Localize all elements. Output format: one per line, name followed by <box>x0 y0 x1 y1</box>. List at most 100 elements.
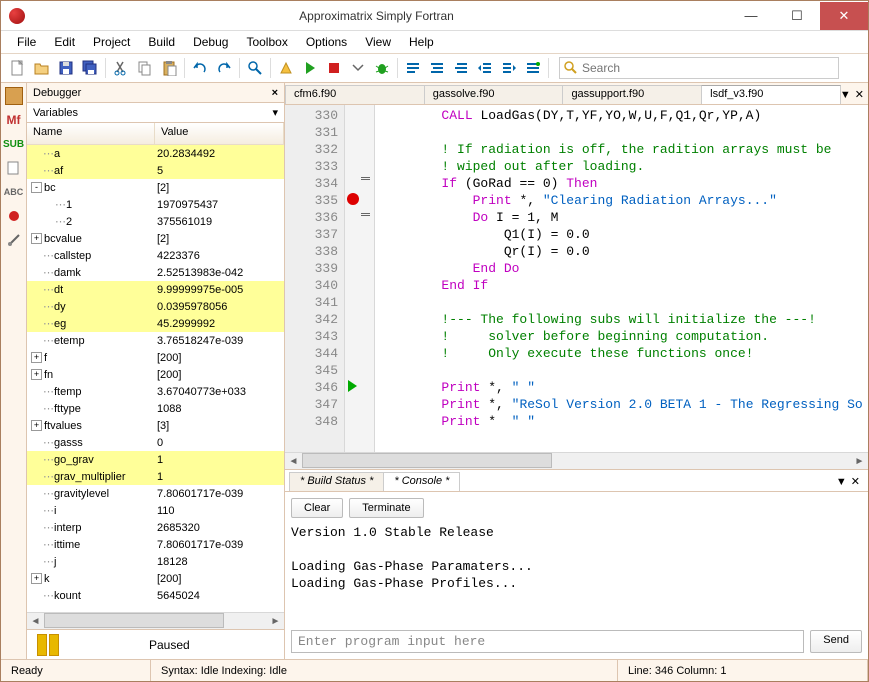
tab-cfm6[interactable]: cfm6.f90 <box>285 85 425 104</box>
expand-icon[interactable]: + <box>31 420 42 431</box>
variables-list[interactable]: ⋯ a20.2834492⋯ af5- bc[2]⋯ 11970975437⋯ … <box>27 145 284 612</box>
variable-row[interactable]: ⋯ dt9.99999975e-005 <box>27 281 284 298</box>
tab-console[interactable]: * Console * <box>383 472 460 491</box>
variable-row[interactable]: ⋯ etemp3.76518247e-039 <box>27 332 284 349</box>
menu-help[interactable]: Help <box>401 33 442 51</box>
build-icon[interactable] <box>275 57 297 79</box>
variable-row[interactable]: + bcvalue[2] <box>27 230 284 247</box>
variable-row[interactable]: ⋯ go_grav1 <box>27 451 284 468</box>
tab-lsdf[interactable]: lsdf_v3.f90 <box>701 85 841 104</box>
col-name[interactable]: Name <box>27 123 155 145</box>
variable-row[interactable]: ⋯ ittime7.80601717e-039 <box>27 536 284 553</box>
outdent-icon[interactable] <box>498 57 520 79</box>
tools-panel-icon[interactable] <box>5 231 23 249</box>
variable-row[interactable]: + ftvalues[3] <box>27 417 284 434</box>
menu-build[interactable]: Build <box>140 33 183 51</box>
variable-row[interactable]: ⋯ 2375561019 <box>27 213 284 230</box>
variable-row[interactable]: ⋯ gasss0 <box>27 434 284 451</box>
variable-row[interactable]: ⋯ j18128 <box>27 553 284 570</box>
step-into-icon[interactable] <box>426 57 448 79</box>
menu-file[interactable]: File <box>9 33 44 51</box>
variable-row[interactable]: ⋯ af5 <box>27 162 284 179</box>
save-icon[interactable] <box>55 57 77 79</box>
copy-icon[interactable] <box>134 57 156 79</box>
fold-icon[interactable] <box>361 213 370 216</box>
clear-button[interactable]: Clear <box>291 498 343 518</box>
variable-row[interactable]: ⋯ kount5645024 <box>27 587 284 604</box>
expand-icon[interactable]: + <box>31 573 42 584</box>
run-icon[interactable] <box>299 57 321 79</box>
debugger-close-icon[interactable]: × <box>272 87 278 99</box>
step-out-icon[interactable] <box>450 57 472 79</box>
editor-hscroll[interactable]: ◄► <box>285 452 868 469</box>
variable-row[interactable]: ⋯ damk2.52513983e-042 <box>27 264 284 281</box>
code-editor[interactable]: 330 331 332 333 334 335 336 337 338 339 … <box>285 105 868 452</box>
expand-icon[interactable]: - <box>31 182 42 193</box>
menu-view[interactable]: View <box>357 33 399 51</box>
variable-row[interactable]: ⋯ eg45.2999992 <box>27 315 284 332</box>
tabs-close-icon[interactable]: ✕ <box>855 88 864 101</box>
variable-row[interactable]: ⋯ i110 <box>27 502 284 519</box>
maximize-button[interactable]: ☐ <box>774 2 820 30</box>
tab-gassupport[interactable]: gassupport.f90 <box>562 85 702 104</box>
menu-toolbox[interactable]: Toolbox <box>238 33 295 51</box>
console-input[interactable]: Enter program input here <box>291 630 804 653</box>
send-button[interactable]: Send <box>810 630 862 653</box>
variable-row[interactable]: - bc[2] <box>27 179 284 196</box>
expand-icon[interactable]: + <box>31 233 42 244</box>
variable-row[interactable]: ⋯ a20.2834492 <box>27 145 284 162</box>
variable-row[interactable]: ⋯ callstep4223376 <box>27 247 284 264</box>
variable-row[interactable]: + fn[200] <box>27 366 284 383</box>
breakpoint-icon[interactable] <box>347 193 359 205</box>
run-dropdown-icon[interactable] <box>347 57 369 79</box>
variable-row[interactable]: ⋯ fttype1088 <box>27 400 284 417</box>
project-panel-icon[interactable] <box>5 87 23 105</box>
variable-row[interactable]: ⋯ dy0.0395978056 <box>27 298 284 315</box>
minimize-button[interactable]: — <box>728 2 774 30</box>
variables-header[interactable]: Variables ▾ <box>27 103 284 123</box>
subroutines-panel-icon[interactable]: SUB <box>5 135 23 153</box>
variable-row[interactable]: ⋯ ftemp3.67040773e+033 <box>27 383 284 400</box>
variable-row[interactable]: ⋯ interp2685320 <box>27 519 284 536</box>
menu-edit[interactable]: Edit <box>46 33 83 51</box>
editor-margin[interactable] <box>345 105 375 452</box>
variable-row[interactable]: + k[200] <box>27 570 284 587</box>
files-panel-icon[interactable] <box>5 159 23 177</box>
tab-gassolve[interactable]: gassolve.f90 <box>424 85 564 104</box>
expand-icon[interactable]: + <box>31 369 42 380</box>
redo-icon[interactable] <box>213 57 235 79</box>
menu-options[interactable]: Options <box>298 33 355 51</box>
indent-icon[interactable] <box>474 57 496 79</box>
tab-build-status[interactable]: * Build Status * <box>289 472 384 491</box>
close-button[interactable]: ✕ <box>820 2 868 30</box>
new-file-icon[interactable] <box>7 57 29 79</box>
modules-panel-icon[interactable]: Mf <box>5 111 23 129</box>
find-icon[interactable] <box>244 57 266 79</box>
cut-icon[interactable] <box>110 57 132 79</box>
menu-debug[interactable]: Debug <box>185 33 236 51</box>
variable-row[interactable]: ⋯ 11970975437 <box>27 196 284 213</box>
symbols-panel-icon[interactable]: ABC <box>5 183 23 201</box>
bottom-dropdown-icon[interactable]: ▼ <box>836 476 847 488</box>
variable-row[interactable]: ⋯ gravitylevel7.80601717e-039 <box>27 485 284 502</box>
terminate-button[interactable]: Terminate <box>349 498 423 518</box>
open-file-icon[interactable] <box>31 57 53 79</box>
bottom-close-icon[interactable]: ✕ <box>851 475 860 488</box>
code-area[interactable]: CALL LoadGas(DY,T,YF,YO,W,U,F,Q1,Qr,YP,A… <box>375 105 868 452</box>
search-input[interactable] <box>582 61 834 75</box>
breakpoints-panel-icon[interactable] <box>5 207 23 225</box>
debug-icon[interactable] <box>371 57 393 79</box>
col-value[interactable]: Value <box>155 123 284 145</box>
stop-icon[interactable] <box>323 57 345 79</box>
menu-project[interactable]: Project <box>85 33 138 51</box>
vars-hscroll[interactable]: ◄► <box>27 612 284 629</box>
save-all-icon[interactable] <box>79 57 101 79</box>
step-over-icon[interactable] <box>402 57 424 79</box>
tabs-dropdown-icon[interactable]: ▼ <box>840 89 851 101</box>
fold-icon[interactable] <box>361 177 370 180</box>
paste-icon[interactable] <box>158 57 180 79</box>
undo-icon[interactable] <box>189 57 211 79</box>
variable-row[interactable]: ⋯ grav_multiplier1 <box>27 468 284 485</box>
variable-row[interactable]: + f[200] <box>27 349 284 366</box>
expand-icon[interactable]: + <box>31 352 42 363</box>
